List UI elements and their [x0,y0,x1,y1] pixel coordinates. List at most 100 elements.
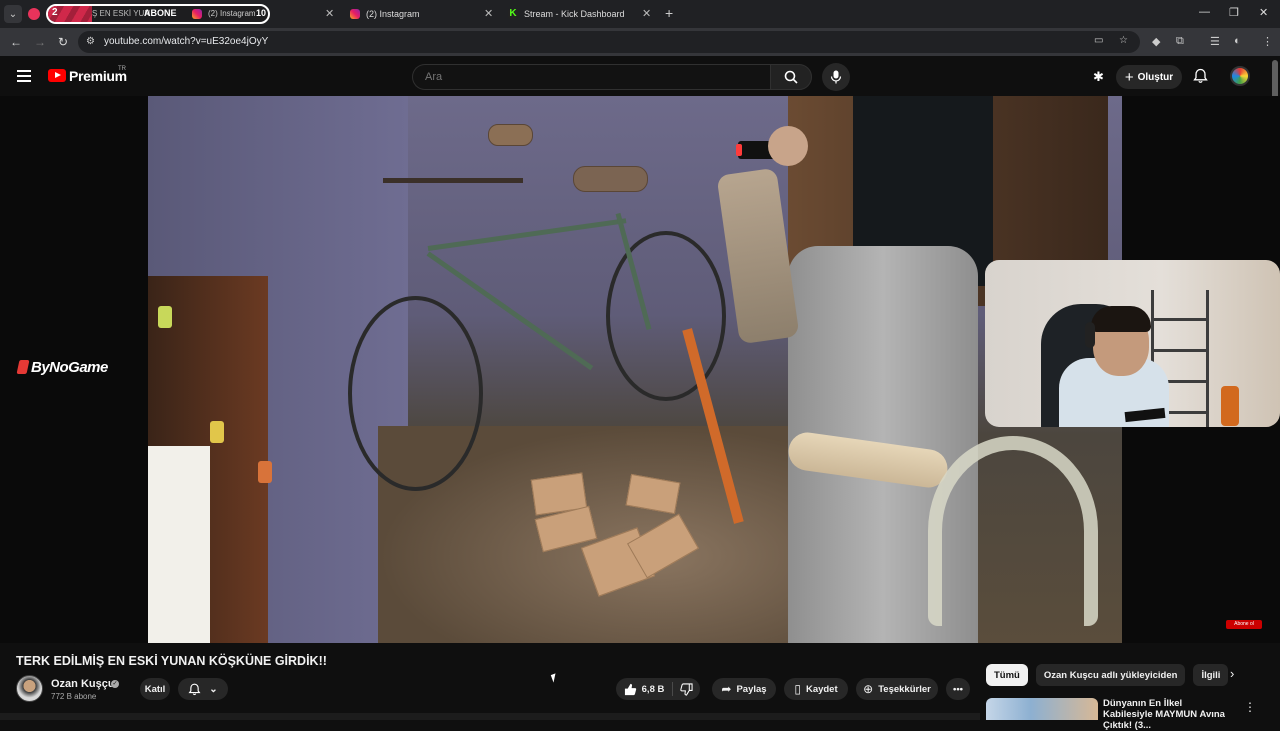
notification-bell-button[interactable]: ⌄ [178,678,228,700]
search-icon [784,70,798,84]
profile-icon[interactable]: ◐ [1234,35,1241,47]
cast-icon[interactable]: ▭ [1094,35,1103,46]
tab-close-icon[interactable]: ✕ [484,7,493,20]
chip-related[interactable]: İlgili [1193,664,1229,686]
stream-overlay-pill: 2 Ş EN ESKİ YUN ABONE (2) Instagram 10 [46,4,270,24]
webcam-bottle [1221,386,1239,426]
tab-group-dot [28,8,40,20]
channel-name[interactable]: Ozan Kuşçu [51,678,115,690]
reading-list-icon[interactable]: ☰ [1210,35,1220,48]
search-button[interactable] [770,64,812,90]
scene-bike-wheel [348,296,483,491]
bell-icon[interactable] [1193,68,1208,84]
thanks-button[interactable]: ⊕ Teşekkürler [856,678,938,700]
create-label: Oluştur [1137,71,1174,83]
reload-icon[interactable]: ↻ [58,35,68,49]
url-field[interactable]: ⚙ youtube.com/watch?v=uE32oe4jOyY ▭ ☆ [78,31,1140,53]
tab-partial-title: Ş EN ESKİ YUN [92,9,151,18]
more-actions-button[interactable]: ••• [946,678,970,700]
mouse-cursor [550,673,559,683]
search-input[interactable] [413,65,770,89]
bynogame-mark-icon [16,360,30,374]
browser-tab-bar: ⌄ 2 Ş EN ESKİ YUN ABONE (2) Instagram 10… [0,0,1280,28]
youtube-logo-icon[interactable] [48,69,66,82]
channel-avatar[interactable] [16,675,43,702]
tab-close-icon[interactable]: ✕ [325,7,334,20]
menu-icon[interactable] [17,70,31,82]
tab-close-icon[interactable]: ✕ [642,7,651,20]
instagram-icon [192,9,202,19]
scene-handlebar [383,178,523,183]
dislike-button[interactable] [673,678,700,700]
scene-old-bike [928,436,1098,626]
filter-chips: Tümü Ozan Kuşcu adlı yükleyiciden İlgili [986,664,1236,686]
youtube-header: Premium TR ✱ + Oluştur [0,56,1280,96]
more-vertical-icon[interactable]: ⋮ [1244,700,1256,714]
chip-from-uploader[interactable]: Ozan Kuşcu adlı yükleyiciden [1035,664,1186,686]
forward-icon[interactable]: → [34,35,46,49]
search-input-box[interactable] [412,64,770,90]
instagram-icon [350,9,360,19]
minimize-icon[interactable]: — [1199,6,1210,18]
plus-icon: + [1124,68,1134,86]
webcam-headset [1085,322,1095,348]
thumb-down-icon [680,682,693,696]
scene-bike-seat [488,124,533,146]
streamer-webcam [985,260,1280,427]
bookmark-star-icon[interactable]: ☆ [1119,35,1128,46]
video-frame[interactable] [148,96,1122,643]
browser-menu-icon[interactable]: ⋮ [1262,35,1273,48]
tab-instagram[interactable]: (2) Instagram [350,3,420,25]
page-bottom-strip [0,713,980,720]
recommendation-thumbnail[interactable] [986,698,1098,720]
like-dislike-group: 6,8 B [616,678,700,700]
recommendation-title[interactable]: Dünyanın En İlkel Kabilesiyle MAYMUN Avı… [1103,698,1233,731]
video-title: TERK EDİLMİŞ EN ESKİ YUNAN KÖŞKÜNE GİRDİ… [16,654,327,668]
thumb-up-icon [624,683,636,695]
join-button[interactable]: Katıl [140,678,170,700]
like-count: 6,8 B [641,683,665,695]
scene-clothespin [210,421,224,443]
scene-flashlight-lens [736,144,742,156]
voice-search-button[interactable] [822,63,850,91]
thanks-label: Teşekkürler [878,683,931,695]
chip-all[interactable]: Tümü [986,664,1028,686]
create-button[interactable]: + Oluştur [1116,65,1182,89]
share-button[interactable]: ➦ Paylaş [712,678,776,700]
scene-window-light [148,446,210,643]
verified-icon: ✓ [111,680,119,688]
tab-stream-overlay[interactable]: 2 Ş EN ESKİ YUN ABONE (2) Instagram 10 [28,3,270,25]
new-tab-icon[interactable]: + [665,5,673,21]
chevron-down-icon: ⌄ [209,683,218,695]
scene-clothespin [158,306,172,328]
back-icon[interactable]: ← [10,35,22,49]
like-button[interactable]: 6,8 B [616,678,672,700]
extensions-puzzle-icon[interactable]: ⧉ [1176,35,1184,48]
restore-icon[interactable]: ❐ [1229,6,1239,19]
scene-bike-seat [573,166,648,192]
save-button[interactable]: ▯ Kaydet [784,678,848,700]
subscriber-count: 772 B abone [51,692,97,701]
account-avatar[interactable] [1230,66,1250,86]
extension-icon[interactable]: ◆ [1152,35,1160,48]
site-info-icon[interactable]: ⚙ [86,36,95,47]
close-window-icon[interactable]: ✕ [1259,6,1268,19]
scene-clothespin [258,461,272,483]
bell-icon [188,683,201,695]
sponsor-logo-text: ByNoGame [31,359,108,376]
tab-kick-dashboard[interactable]: K Stream - Kick Dashboard [508,3,625,25]
puzzle-icon[interactable]: ✱ [1093,69,1104,85]
scene-bike-frame [427,218,627,251]
tab-title: (2) Instagram [208,9,256,18]
mic-icon [830,70,842,84]
chevron-right-icon[interactable]: › [1230,666,1234,681]
overlay-count: 10 [256,8,267,18]
subscribe-watermark[interactable]: Abone ol [1226,620,1262,629]
video-player[interactable]: ByNoGame Abone ol [0,96,1280,643]
tab-search-button[interactable]: ⌄ [4,5,22,23]
address-bar: ← → ↻ ⚙ youtube.com/watch?v=uE32oe4jOyY … [0,28,1280,56]
scene-bike-wheel [606,231,726,401]
sponsor-logo: ByNoGame [16,359,108,376]
kick-icon: K [508,8,518,19]
thanks-icon: ⊕ [863,682,874,696]
